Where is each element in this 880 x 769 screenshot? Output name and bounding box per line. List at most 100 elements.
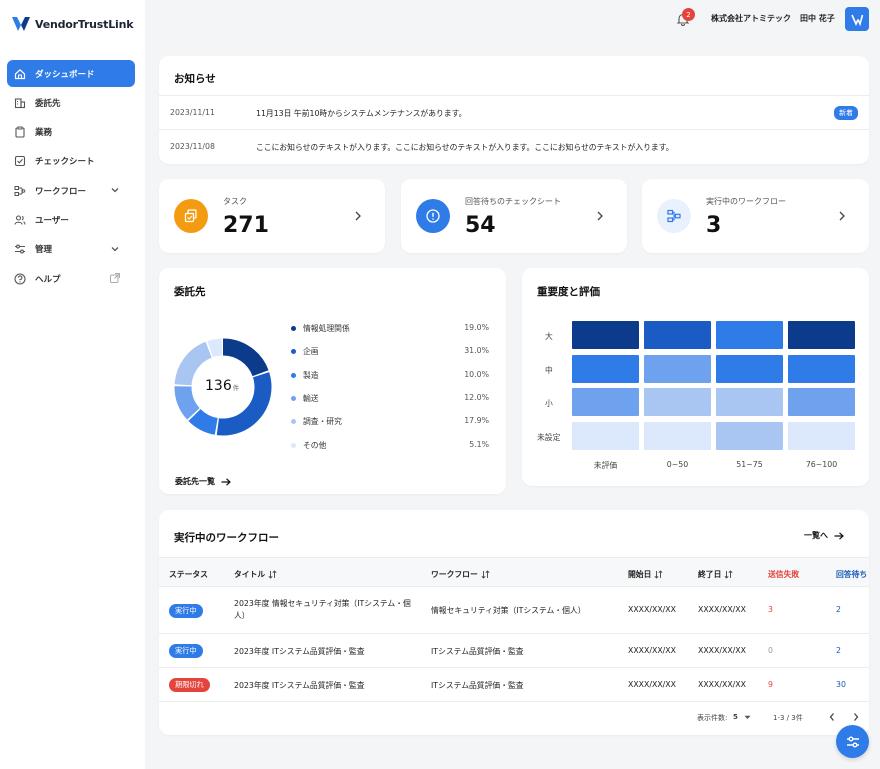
- row-start-date: XXXX/XX/XX: [628, 646, 676, 655]
- avatar[interactable]: [845, 7, 869, 31]
- sidebar-item-label: ワークフロー: [35, 186, 87, 197]
- donut-center-total: 136件: [205, 378, 239, 394]
- stat-icon-wrap: [657, 199, 691, 233]
- heatmap-cell[interactable]: [716, 321, 783, 349]
- stat-card-running-workflows[interactable]: 実行中のワークフロー 3: [642, 179, 869, 253]
- legend-percent: 5.1%: [469, 439, 489, 449]
- row-start-date: XXXX/XX/XX: [628, 605, 676, 614]
- sidebar: VendorTrustLink ダッシュボード 委託先 業務 チェックシート ワ…: [0, 0, 145, 769]
- sort-icon: [268, 570, 277, 579]
- table-row[interactable]: 実行中 2023年度 情報セキュリティ対策（ITシステム・個人） 情報セキュリテ…: [159, 587, 869, 634]
- stat-value: 54: [465, 213, 496, 238]
- legend-label: 情報処理関係: [303, 324, 350, 333]
- vendor-list-link[interactable]: 委託先一覧: [175, 476, 231, 487]
- row-waiting-count: 2: [836, 646, 841, 655]
- row-title: 2023年度 情報セキュリティ対策（ITシステム・個人）: [234, 599, 411, 620]
- legend-label: 調査・研究: [303, 417, 342, 427]
- heatmap-cell[interactable]: [644, 321, 711, 349]
- notice-row[interactable]: 2023/11/08 ここにお知らせのテキストが入ります。ここにお知らせのテキス…: [159, 129, 869, 164]
- next-page-icon[interactable]: [852, 712, 860, 722]
- per-page-select[interactable]: 5: [733, 713, 751, 721]
- heatmap-cell[interactable]: [644, 388, 711, 416]
- heatmap-cell[interactable]: [788, 421, 855, 450]
- sliders-icon: [846, 736, 859, 747]
- heatmap-cell[interactable]: [788, 321, 855, 349]
- sidebar-item-workflow[interactable]: ワークフロー: [7, 177, 135, 204]
- workflow-icon: [667, 209, 681, 223]
- legend-swatch: [291, 442, 296, 448]
- stat-card-pending-checksheets[interactable]: 回答待ちのチェックシート 54: [401, 179, 627, 253]
- chevron-down-icon: [111, 246, 119, 252]
- heatmap-cell[interactable]: [572, 421, 639, 450]
- sidebar-item-checksheets[interactable]: チェックシート: [7, 148, 135, 175]
- sort-icon: [481, 570, 490, 579]
- company-name: 株式会社アトミテック: [711, 14, 791, 23]
- legend-swatch: [291, 395, 296, 401]
- sidebar-item-tasks[interactable]: 業務: [7, 119, 135, 146]
- sidebar-item-dashboard[interactable]: ダッシュボード: [7, 60, 135, 87]
- column-header-waiting: 回答待ち: [836, 569, 867, 580]
- building-icon: [13, 96, 27, 110]
- legend-swatch: [291, 349, 296, 355]
- notification-badge: 2: [682, 8, 695, 21]
- stat-icon-wrap: [174, 199, 208, 233]
- column-header-start[interactable]: 開始日: [628, 569, 663, 580]
- row-waiting-count: 2: [836, 605, 841, 614]
- column-header-end[interactable]: 終了日: [698, 569, 733, 580]
- heatmap-card: 重要度と評価 大中小未設定 未評価 0~50 51~75 76~100: [522, 268, 869, 486]
- legend-label: 製造: [303, 370, 319, 380]
- app-logo[interactable]: VendorTrustLink: [11, 15, 134, 33]
- stat-value: 271: [223, 213, 269, 238]
- heatmap-cell[interactable]: [788, 388, 855, 416]
- heatmap-x-label: 未評価: [593, 461, 618, 470]
- row-failed-count: 3: [768, 605, 773, 614]
- column-header-workflow[interactable]: ワークフロー: [431, 569, 490, 580]
- row-workflow: ITシステム品質評価・監査: [431, 681, 524, 690]
- workflow-icon: [13, 184, 27, 198]
- chevron-right-icon: [839, 211, 845, 221]
- heatmap-cell[interactable]: [644, 354, 711, 383]
- new-badge: 新着: [834, 106, 858, 120]
- heatmap-cell[interactable]: [788, 354, 855, 383]
- vendors-card: 委託先 136件 情報処理関係 19.0% 企画 31.0% 製造 10.0% 輸送 12.0…: [159, 268, 506, 494]
- stat-card-tasks[interactable]: タスク 271: [159, 179, 385, 253]
- chevron-right-icon: [597, 211, 603, 221]
- heatmap-cell[interactable]: [716, 388, 783, 416]
- table-row[interactable]: 期限切れ 2023年度 ITシステム品質評価・監査 ITシステム品質評価・監査 …: [159, 668, 869, 702]
- heatmap-y-label: 小: [545, 399, 553, 408]
- prev-page-icon[interactable]: [828, 712, 836, 722]
- legend-percent: 19.0%: [464, 323, 489, 332]
- stat-label: 回答待ちのチェックシート: [465, 197, 561, 206]
- heatmap-cell[interactable]: [716, 421, 783, 450]
- copy-icon: [184, 209, 197, 223]
- arrow-right-icon: [221, 477, 231, 486]
- heatmap-cell[interactable]: [716, 354, 783, 383]
- column-label: タイトル: [234, 570, 266, 579]
- heatmap-cell[interactable]: [644, 421, 711, 450]
- row-end-date: XXXX/XX/XX: [698, 605, 746, 614]
- notice-row[interactable]: 2023/11/11 11月13日 午前10時からシステムメンテナンスがあります…: [159, 95, 869, 129]
- sidebar-item-users[interactable]: ユーザー: [7, 206, 135, 233]
- notices-card: お知らせ 2023/11/11 11月13日 午前10時からシステムメンテナンス…: [159, 56, 869, 164]
- heatmap-title: 重要度と評価: [537, 286, 600, 298]
- row-failed-count: 9: [768, 680, 773, 689]
- settings-fab-button[interactable]: [836, 725, 869, 758]
- users-icon: [13, 213, 27, 227]
- avatar-logo-icon: [851, 14, 864, 26]
- table-row[interactable]: 実行中 2023年度 ITシステム品質評価・監査 ITシステム品質評価・監査 X…: [159, 634, 869, 668]
- user-name[interactable]: 田中 花子: [800, 13, 835, 24]
- heatmap-cell[interactable]: [572, 321, 639, 349]
- column-header-title[interactable]: タイトル: [234, 569, 277, 580]
- sidebar-item-vendors[interactable]: 委託先: [7, 89, 135, 116]
- sidebar-item-admin[interactable]: 管理: [7, 236, 135, 263]
- heatmap-cell[interactable]: [572, 388, 639, 416]
- legend-percent: 12.0%: [464, 392, 489, 402]
- column-label: ステータス: [169, 570, 208, 579]
- legend-percent: 31.0%: [464, 346, 489, 356]
- workflows-card: 実行中のワークフロー 一覧へ ステータス タイトル ワークフロー 開始日 終了日…: [159, 510, 869, 735]
- alert-circle-icon: [426, 209, 440, 223]
- sidebar-item-help[interactable]: ヘルプ: [7, 265, 135, 292]
- heatmap-cell[interactable]: [572, 354, 639, 383]
- workflow-list-link[interactable]: 一覧へ: [804, 530, 844, 541]
- link-label: 委託先一覧: [175, 477, 215, 486]
